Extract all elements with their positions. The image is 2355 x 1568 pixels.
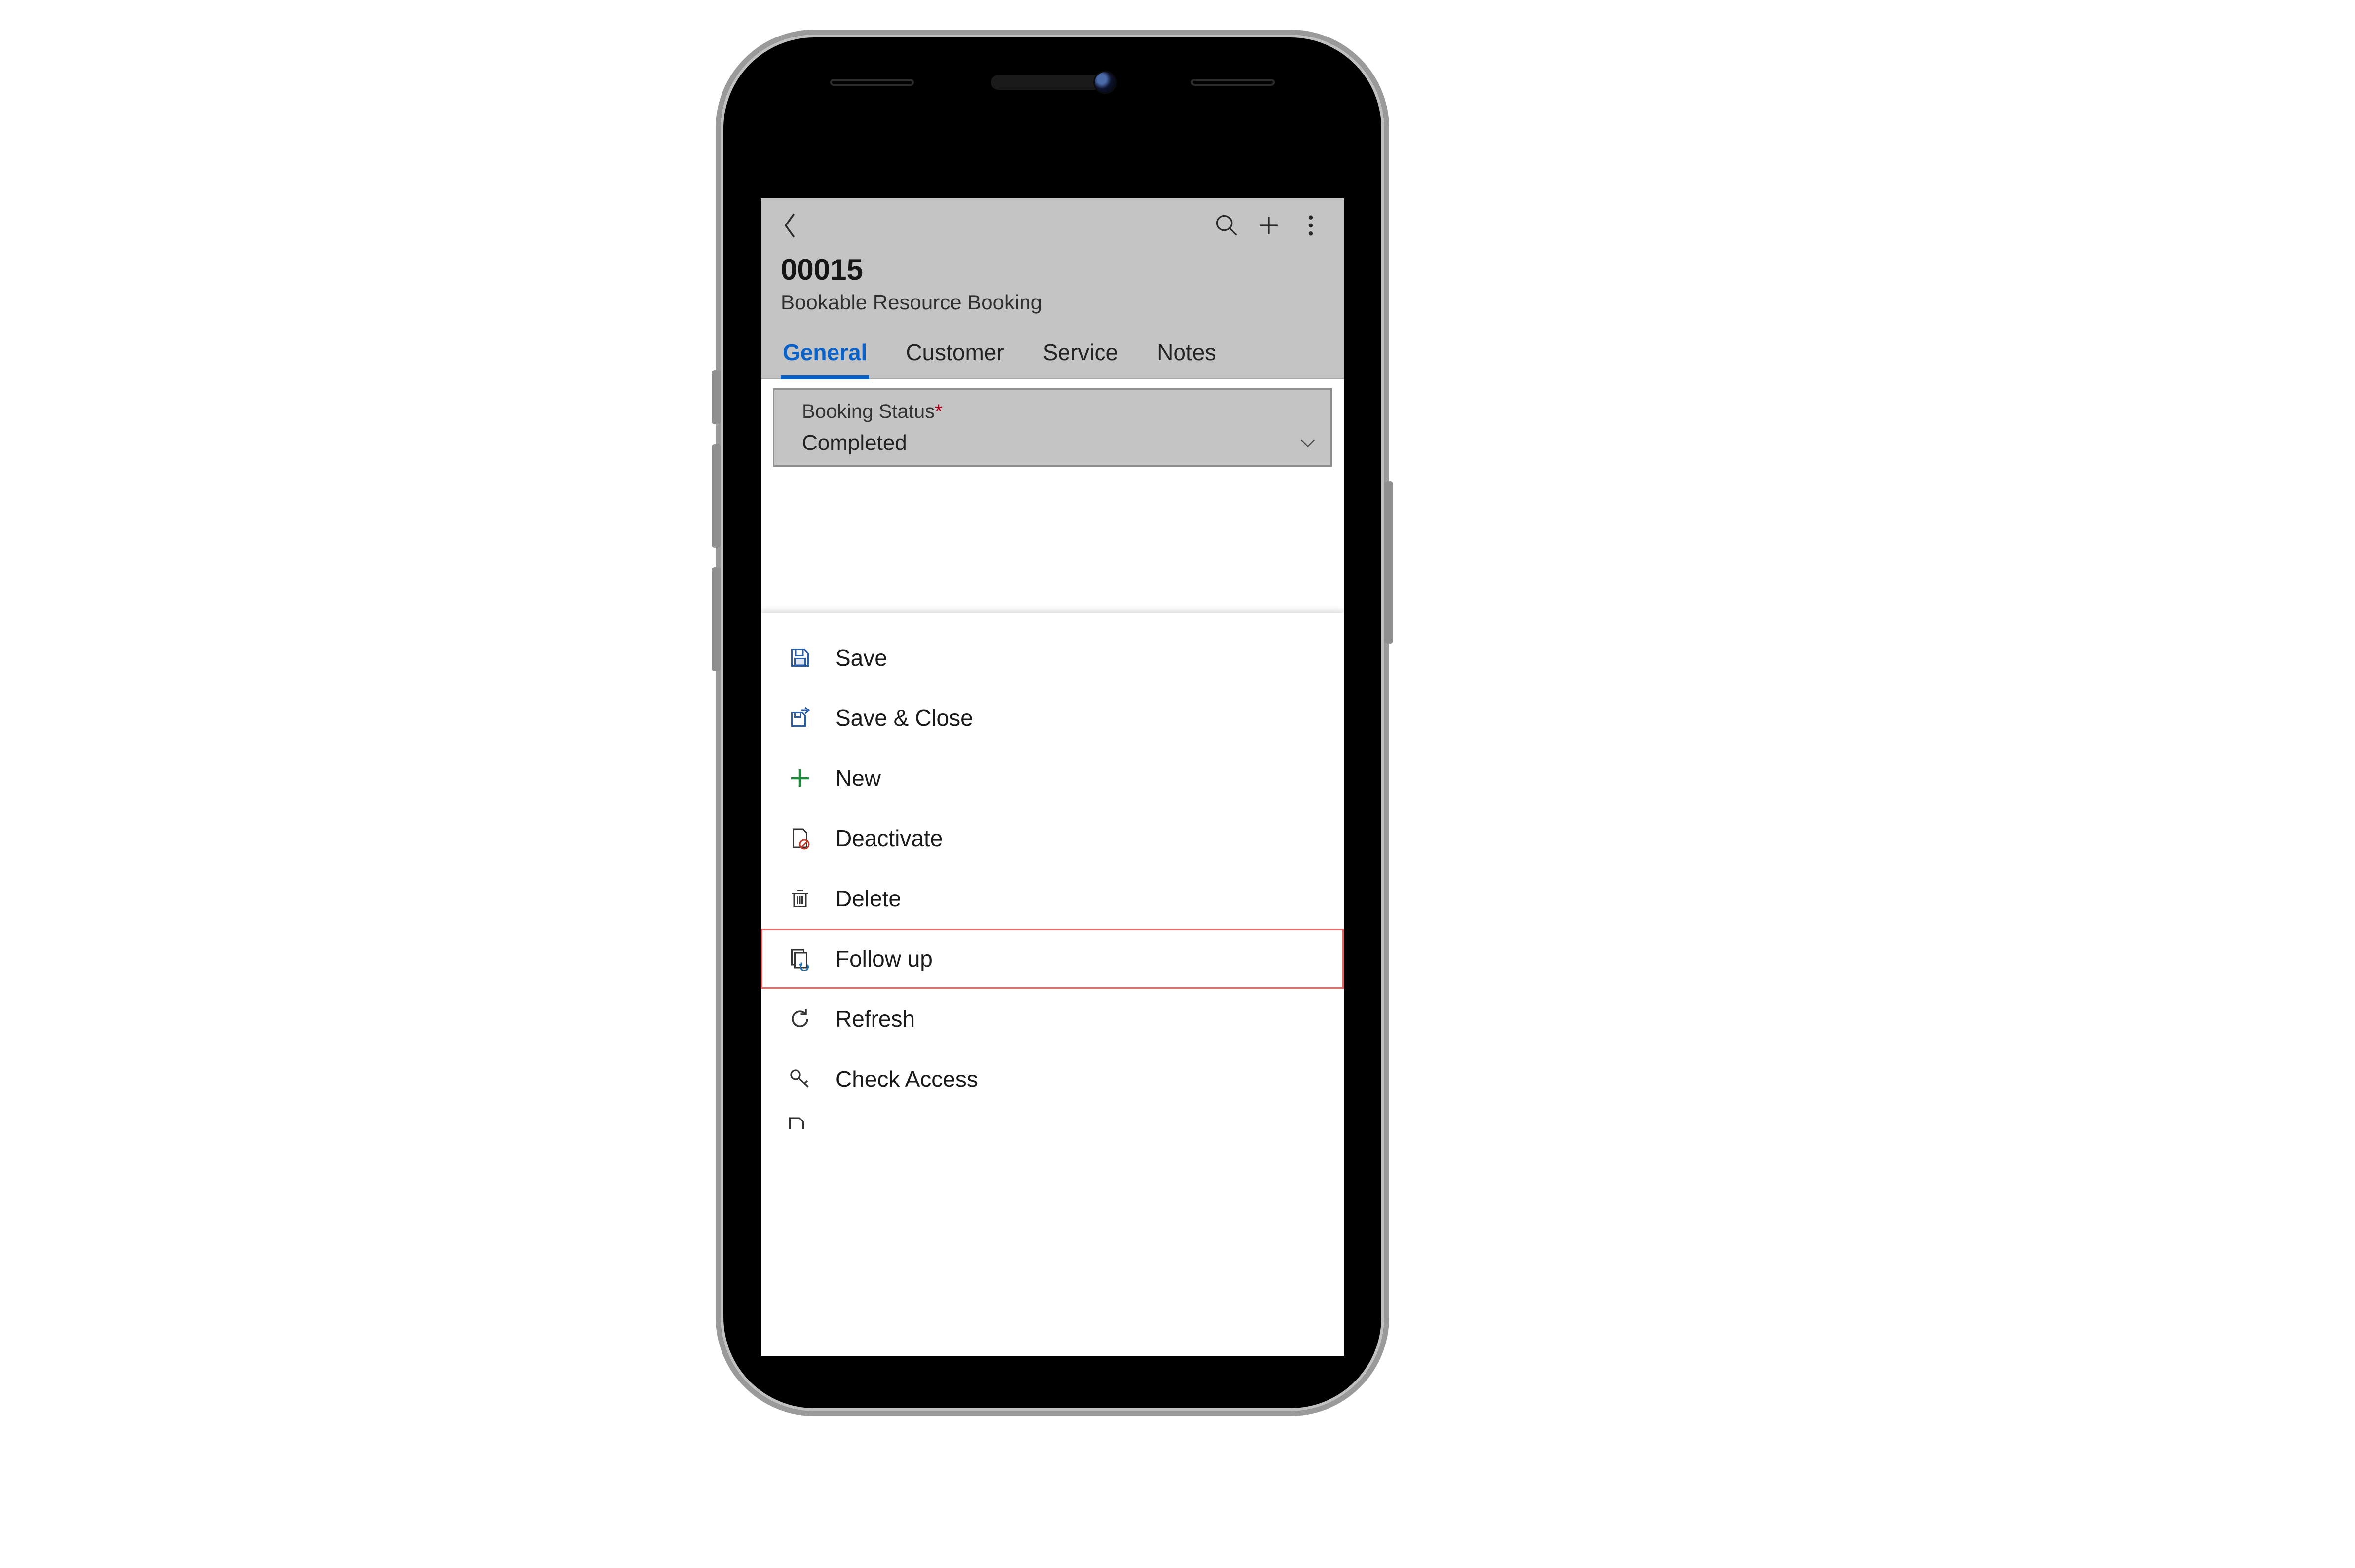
app-screen: 00015 Bookable Resource Booking General … [761, 198, 1344, 1356]
menu-item-label: Save & Close [836, 705, 1319, 731]
page-title-block: 00015 [761, 253, 1344, 289]
menu-item-label: Check Access [836, 1066, 1319, 1092]
phone-bezel: 00015 Bookable Resource Booking General … [726, 40, 1378, 1405]
menu-delete[interactable]: Delete [761, 868, 1344, 929]
back-button[interactable] [776, 211, 805, 240]
page-title: 00015 [781, 253, 1324, 287]
phone-front-camera [1095, 72, 1115, 93]
refresh-icon [786, 1005, 814, 1033]
search-button[interactable] [1208, 207, 1245, 244]
search-icon [1214, 213, 1240, 238]
more-button[interactable] [1292, 207, 1329, 244]
tab-service[interactable]: Service [1041, 334, 1120, 379]
chevron-left-icon [781, 211, 800, 240]
deactivate-icon [786, 824, 814, 852]
more-vertical-icon [1306, 213, 1316, 238]
key-icon [786, 1065, 814, 1093]
menu-item-label: Delete [836, 885, 1319, 912]
delete-icon [786, 885, 814, 912]
menu-item-label: Save [836, 644, 1319, 671]
plus-icon [786, 764, 814, 792]
menu-save-close[interactable]: Save & Close [761, 688, 1344, 748]
phone-side-button [712, 444, 721, 548]
phone-speaker-slot [830, 79, 914, 86]
phone-device-frame: 00015 Bookable Resource Booking General … [716, 30, 1389, 1416]
menu-item-label: Refresh [836, 1006, 1319, 1032]
tab-customer[interactable]: Customer [904, 334, 1006, 379]
document-icon [785, 1115, 812, 1129]
menu-deactivate[interactable]: Deactivate [761, 808, 1344, 868]
menu-follow-up[interactable]: Follow up [761, 929, 1344, 989]
field-label-text: Booking Status [802, 401, 935, 422]
header-toolbar [761, 198, 1344, 253]
menu-item-label: Follow up [836, 945, 1319, 972]
phone-side-button [712, 370, 721, 424]
page-subtitle: Bookable Resource Booking [761, 289, 1344, 327]
command-menu-sheet: Save Save & Close [761, 613, 1344, 1356]
app-header: 00015 Bookable Resource Booking General … [761, 198, 1344, 379]
menu-check-access[interactable]: Check Access [761, 1049, 1344, 1109]
booking-status-label: Booking Status* [802, 401, 1318, 423]
required-asterisk: * [935, 401, 943, 422]
phone-speaker-slot [1191, 79, 1275, 86]
add-button[interactable] [1250, 207, 1287, 244]
tab-notes[interactable]: Notes [1155, 334, 1218, 379]
menu-item-cutoff[interactable] [761, 1109, 1344, 1129]
menu-item-label: Deactivate [836, 825, 1319, 852]
phone-side-button [712, 567, 721, 671]
tab-general[interactable]: General [781, 334, 869, 379]
menu-refresh[interactable]: Refresh [761, 989, 1344, 1049]
chevron-down-icon [1298, 436, 1318, 450]
tab-bar: General Customer Service Notes [761, 327, 1344, 379]
save-icon [786, 644, 814, 672]
menu-item-label: New [836, 765, 1319, 791]
plus-icon [1256, 213, 1282, 238]
follow-up-icon [786, 945, 814, 972]
menu-new[interactable]: New [761, 748, 1344, 808]
save-close-icon [786, 704, 814, 732]
phone-side-button [1384, 481, 1393, 644]
booking-status-value: Completed [802, 431, 907, 455]
menu-save[interactable]: Save [761, 628, 1344, 688]
booking-status-field[interactable]: Booking Status* Completed [773, 388, 1332, 467]
